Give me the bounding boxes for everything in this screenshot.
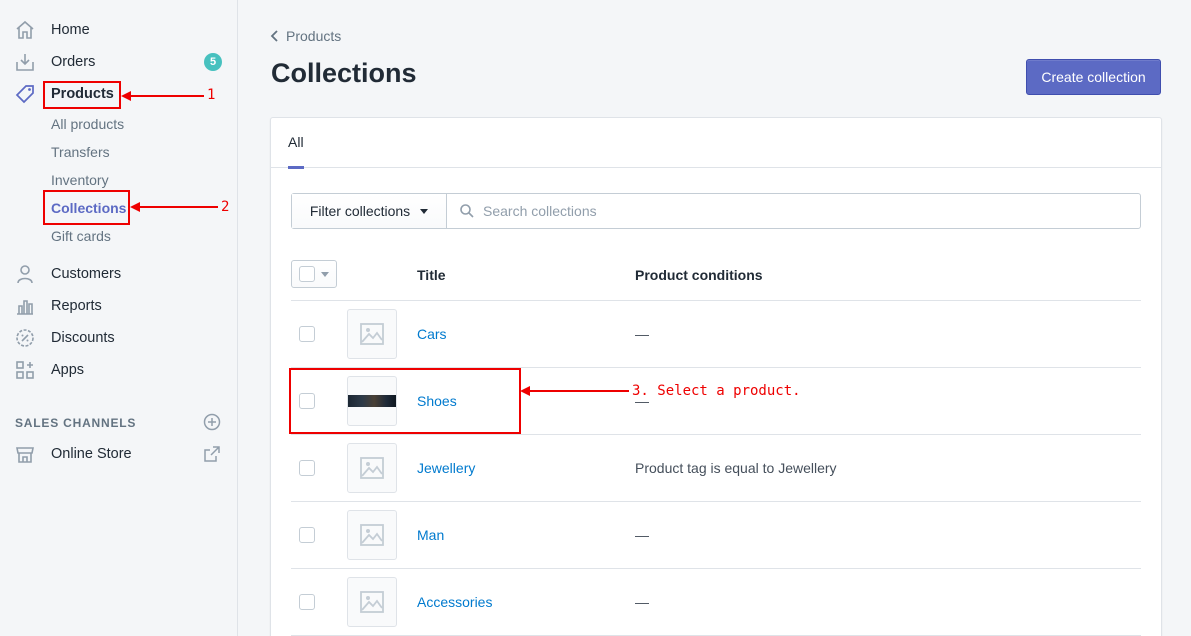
search-input[interactable]	[483, 203, 1083, 219]
create-collection-button[interactable]: Create collection	[1026, 59, 1161, 95]
nav-all-products[interactable]: All products	[51, 114, 124, 134]
collection-title-link[interactable]: Jewellery	[417, 460, 475, 476]
image-placeholder-icon	[347, 510, 397, 560]
home-icon	[14, 19, 36, 41]
person-icon	[14, 263, 36, 285]
nav-customers-label: Customers	[51, 266, 122, 282]
tab-all[interactable]: All	[288, 134, 304, 169]
bulk-select-checkbox[interactable]	[291, 260, 337, 288]
annotation-step-1: 1	[207, 87, 216, 103]
orders-count-badge: 5	[204, 53, 222, 71]
page-title: Collections	[271, 58, 417, 88]
nav-orders-label: Orders	[51, 54, 96, 70]
nav-discounts-label: Discounts	[51, 330, 115, 346]
annotation-step-2: 2	[221, 199, 230, 215]
row-checkbox[interactable]	[299, 594, 315, 610]
table-row[interactable]: Cars —	[291, 301, 1141, 368]
reports-icon	[14, 295, 36, 317]
table-header: Title Product conditions	[291, 250, 1141, 301]
breadcrumb-label: Products	[286, 28, 342, 44]
annotation-arrow-line	[529, 390, 629, 392]
annotation-box-products	[43, 81, 121, 109]
external-link-icon[interactable]	[203, 445, 221, 463]
row-checkbox[interactable]	[299, 460, 315, 476]
sales-channels-heading: SALES CHANNELS	[15, 416, 137, 430]
tab-bar: All	[271, 118, 1161, 169]
tag-icon	[14, 83, 36, 105]
add-channel-icon[interactable]	[203, 413, 221, 431]
nav-home-label: Home	[51, 22, 90, 38]
product-conditions: —	[635, 326, 649, 342]
nav-discounts[interactable]: Discounts	[0, 322, 238, 354]
discount-icon	[14, 327, 36, 349]
store-icon	[14, 443, 36, 465]
product-conditions: —	[635, 527, 649, 543]
nav-apps[interactable]: Apps	[0, 354, 238, 386]
image-placeholder-icon	[347, 309, 397, 359]
caret-down-icon	[420, 208, 429, 214]
nav-reports-label: Reports	[51, 298, 102, 314]
search-field	[447, 194, 1140, 228]
apps-icon	[14, 359, 36, 381]
orders-icon	[14, 51, 36, 73]
table-row[interactable]: Accessories —	[291, 569, 1141, 636]
table-row[interactable]: Jewellery Product tag is equal to Jewell…	[291, 435, 1141, 502]
nav-transfers[interactable]: Transfers	[51, 142, 110, 162]
column-product-conditions: Product conditions	[635, 267, 763, 283]
select-all-checkbox[interactable]	[299, 266, 315, 282]
annotation-box-collections	[43, 190, 130, 225]
product-conditions: Product tag is equal to Jewellery	[635, 460, 837, 476]
collection-title-link[interactable]: Accessories	[417, 594, 492, 610]
nav-apps-label: Apps	[51, 362, 85, 378]
nav-customers[interactable]: Customers	[0, 258, 238, 290]
chevron-left-icon	[270, 30, 278, 42]
collection-title-link[interactable]: Man	[417, 527, 444, 543]
table-row[interactable]: Man —	[291, 502, 1141, 569]
nav-orders[interactable]: Orders 5	[0, 46, 238, 78]
caret-down-icon	[321, 271, 329, 277]
filter-bar: Filter collections	[291, 193, 1141, 229]
nav-gift-cards[interactable]: Gift cards	[51, 226, 111, 246]
annotation-arrow-line	[139, 206, 218, 208]
annotation-box-shoes	[289, 368, 521, 434]
collection-title-link[interactable]: Cars	[417, 326, 447, 342]
nav-online-store-label: Online Store	[51, 446, 132, 462]
row-checkbox[interactable]	[299, 326, 315, 342]
nav-reports[interactable]: Reports	[0, 290, 238, 322]
breadcrumb[interactable]: Products	[270, 28, 341, 44]
row-checkbox[interactable]	[299, 527, 315, 543]
nav-home[interactable]: Home	[0, 14, 238, 46]
annotation-arrow-line	[130, 95, 204, 97]
filter-button-label: Filter collections	[309, 203, 411, 219]
annotation-step-3: 3. Select a product.	[632, 383, 801, 399]
column-title: Title	[417, 267, 446, 283]
filter-collections-button[interactable]: Filter collections	[292, 194, 447, 228]
product-conditions: —	[635, 594, 649, 610]
image-placeholder-icon	[347, 577, 397, 627]
search-icon	[460, 204, 474, 218]
image-placeholder-icon	[347, 443, 397, 493]
nav-inventory[interactable]: Inventory	[51, 170, 109, 190]
